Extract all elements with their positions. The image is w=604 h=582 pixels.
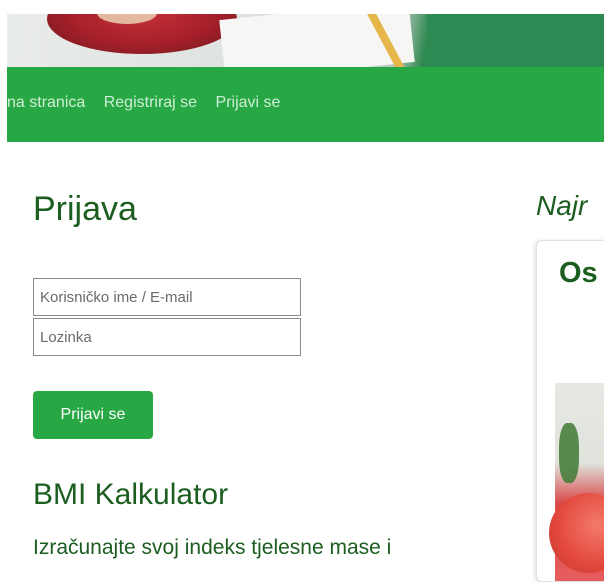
nav-links: na stranica Registriraj se Prijavi se — [7, 94, 294, 112]
nav-link-home[interactable]: na stranica — [7, 94, 85, 111]
bmi-description: Izračunajte svoj indeks tjelesne mase i — [33, 536, 392, 559]
login-button[interactable]: Prijavi se — [33, 391, 153, 439]
card-image[interactable] — [549, 383, 604, 581]
banner-image — [7, 14, 604, 67]
bmi-title: BMI Kalkulator — [33, 478, 229, 511]
password-input[interactable] — [33, 318, 301, 356]
username-input[interactable] — [33, 278, 301, 316]
main-navbar: na stranica Registriraj se Prijavi se — [7, 67, 604, 142]
nav-link-login[interactable]: Prijavi se — [216, 94, 281, 111]
login-title: Prijava — [33, 190, 137, 228]
herb-image — [559, 423, 579, 483]
grapefruit-image — [549, 493, 604, 573]
side-heading: Najr — [536, 190, 588, 221]
nav-link-register[interactable]: Registriraj se — [104, 94, 197, 111]
article-card[interactable]: Os — [536, 240, 604, 582]
green-cloth-image — [427, 14, 604, 67]
card-title[interactable]: Os — [559, 257, 598, 290]
header-banner — [0, 0, 604, 67]
